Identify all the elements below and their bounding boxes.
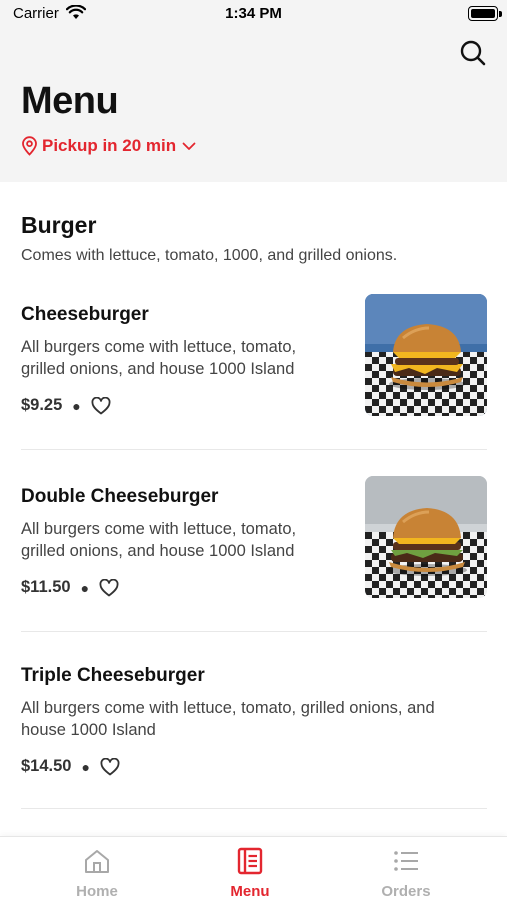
item-price: $9.25	[21, 396, 63, 414]
menu-item-double-cheeseburger[interactable]: Double Cheeseburger All burgers come wit…	[21, 476, 487, 616]
divider	[21, 808, 487, 809]
heart-icon[interactable]	[100, 757, 120, 776]
list-icon	[351, 847, 461, 875]
header: Carrier 1:34 PM Menu Pickup in 20 min	[0, 0, 507, 182]
search-icon	[460, 40, 486, 66]
tab-menu[interactable]: Menu	[195, 847, 305, 900]
item-name: Double Cheeseburger	[21, 486, 219, 507]
section-description: Comes with lettuce, tomato, 1000, and gr…	[21, 247, 398, 264]
battery-icon	[468, 6, 498, 21]
item-price: $11.50	[21, 578, 71, 596]
item-name: Cheeseburger	[21, 304, 149, 325]
separator-dot: ●	[81, 758, 90, 775]
menu-item-cheeseburger[interactable]: Cheeseburger All burgers come with lettu…	[21, 294, 487, 434]
tab-label: Menu	[230, 883, 270, 900]
location-pin-icon	[21, 136, 38, 156]
item-name: Triple Cheeseburger	[21, 665, 205, 686]
item-description: All burgers come with lettuce, tomato, g…	[21, 699, 435, 739]
item-price: $14.50	[21, 757, 72, 775]
tab-label: Orders	[381, 883, 431, 900]
item-description: All burgers come with lettuce, tomato, g…	[21, 338, 297, 378]
menu-book-icon	[195, 847, 305, 875]
chevron-down-icon	[182, 142, 196, 151]
heart-icon[interactable]	[91, 396, 111, 415]
battery-nub	[499, 11, 502, 17]
item-meta: $11.50 ●	[21, 578, 119, 597]
separator-dot: ●	[72, 397, 81, 414]
pickup-time-selector[interactable]: Pickup in 20 min	[21, 136, 196, 156]
search-button[interactable]	[456, 36, 490, 70]
item-meta: $14.50 ●	[21, 757, 120, 776]
heart-icon[interactable]	[99, 578, 119, 597]
divider	[21, 449, 487, 450]
menu-item-triple-cheeseburger[interactable]: Triple Cheeseburger All burgers come wit…	[21, 665, 487, 785]
item-meta: $9.25 ●	[21, 396, 111, 415]
tab-bar: Home Menu Orders	[0, 836, 507, 900]
item-description: All burgers come with lettuce, tomato, g…	[21, 520, 297, 560]
divider	[21, 631, 487, 632]
section-title: Burger	[21, 212, 97, 238]
status-bar: Carrier 1:34 PM	[0, 0, 507, 28]
cheeseburger-photo	[365, 294, 487, 416]
tab-home[interactable]: Home	[42, 847, 152, 900]
tab-orders[interactable]: Orders	[351, 847, 461, 900]
tab-label: Home	[76, 883, 118, 900]
double-cheeseburger-photo	[365, 476, 487, 598]
pickup-label: Pickup in 20 min	[42, 136, 177, 155]
clock: 1:34 PM	[225, 5, 282, 22]
page-title: Menu	[21, 80, 119, 122]
home-icon	[42, 847, 152, 875]
separator-dot: ●	[80, 579, 90, 596]
